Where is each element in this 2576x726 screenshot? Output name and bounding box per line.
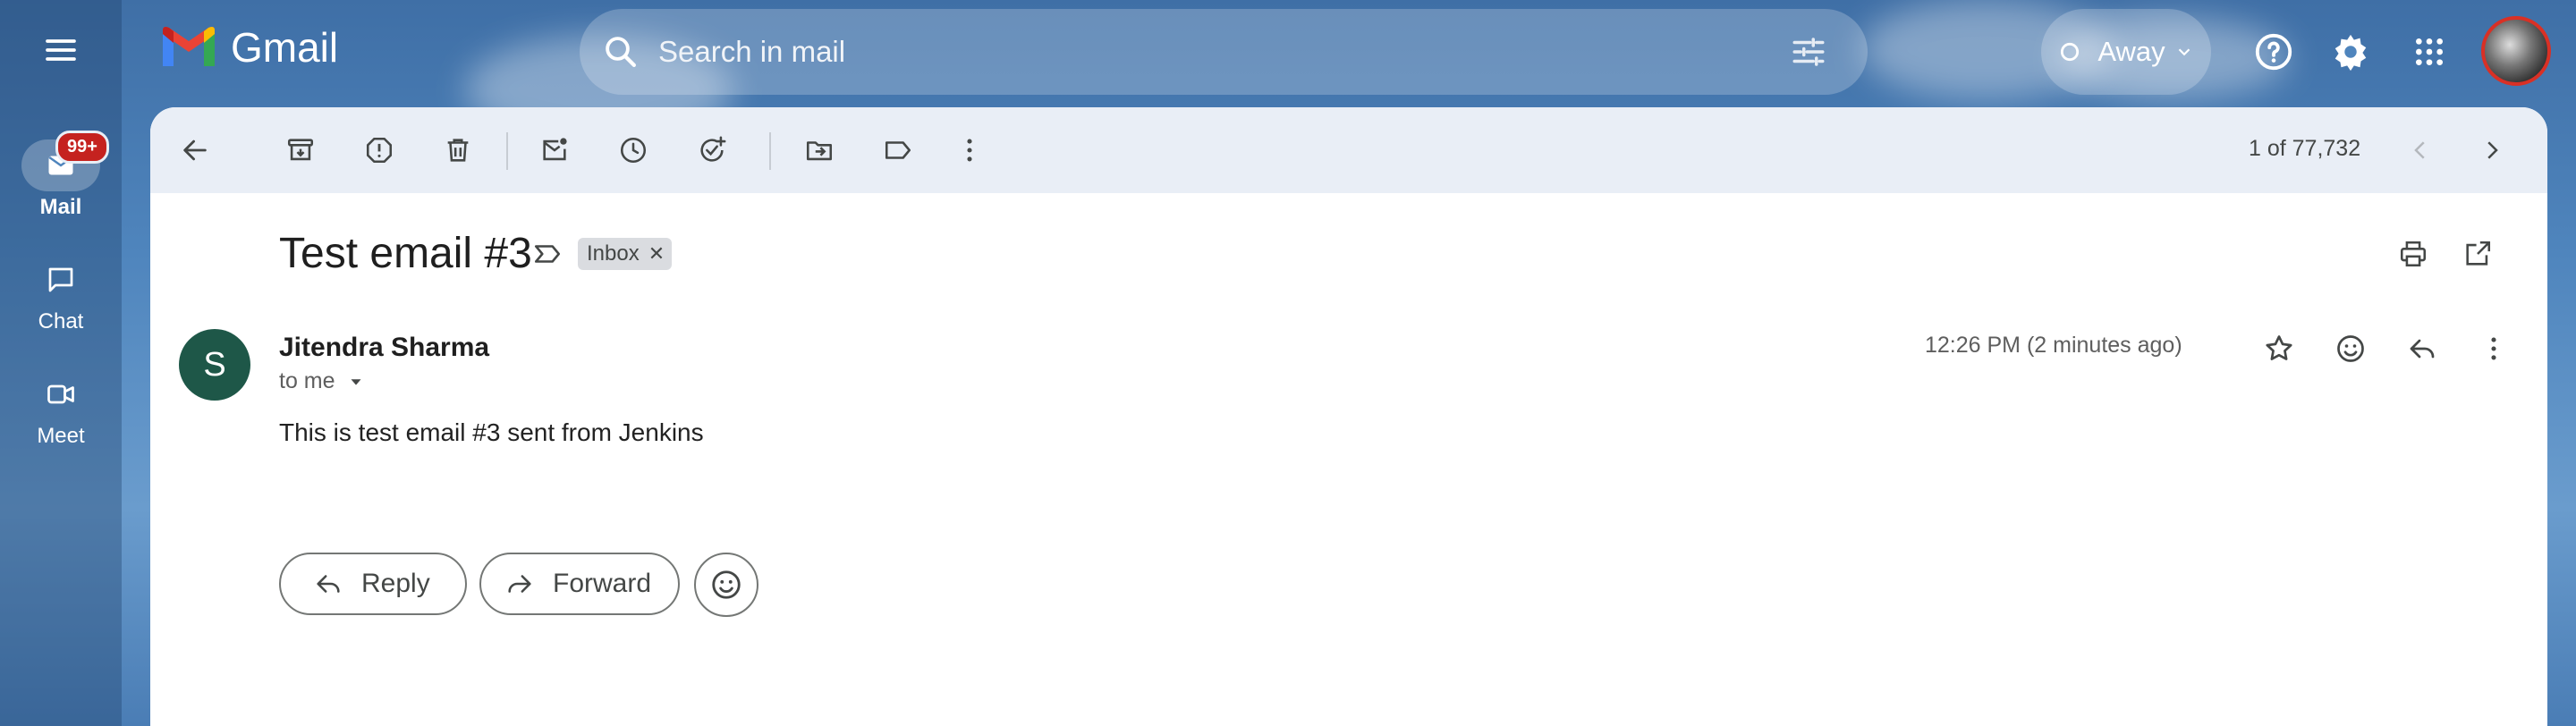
search-icon	[606, 37, 636, 67]
search-bar[interactable]	[580, 9, 1868, 95]
label-chip-text: Inbox	[587, 241, 640, 266]
archive-button[interactable]	[277, 127, 324, 173]
apps-grid-icon	[2416, 38, 2443, 65]
message-more-button[interactable]	[2470, 325, 2517, 372]
reply-label: Reply	[361, 569, 430, 598]
nav-rail	[0, 0, 122, 726]
email-body: This is test email #3 sent from Jenkins	[279, 418, 704, 446]
account-avatar[interactable]	[2481, 16, 2551, 86]
video-icon	[47, 384, 74, 404]
star-button[interactable]	[2256, 325, 2302, 372]
help-icon	[2255, 33, 2292, 71]
report-icon	[366, 137, 393, 164]
snooze-button[interactable]	[610, 127, 657, 173]
chat-icon	[48, 267, 73, 292]
gmail-logo[interactable]: Gmail	[159, 23, 338, 72]
apps-button[interactable]	[2401, 23, 2458, 80]
chevron-right-icon	[2487, 141, 2498, 159]
report-spam-button[interactable]	[356, 127, 402, 173]
rail-label: Mail	[39, 195, 82, 219]
older-button[interactable]	[2469, 127, 2515, 173]
add-task-icon	[700, 136, 726, 162]
forward-icon	[508, 575, 531, 593]
move-to-button[interactable]	[796, 127, 843, 173]
recipient-text: to me	[279, 368, 335, 393]
forward-button[interactable]: Forward	[479, 553, 680, 615]
open-in-new-icon	[2466, 241, 2491, 266]
reply-icon	[317, 575, 340, 593]
rail-label: Chat	[38, 309, 84, 333]
emoji-reaction-button[interactable]	[694, 553, 758, 617]
support-button[interactable]	[2245, 23, 2302, 80]
recipient-line: to me	[279, 368, 366, 394]
mark-unread-button[interactable]	[531, 127, 578, 173]
remove-label-icon[interactable]: ✕	[648, 242, 665, 266]
status-label: Away	[2097, 36, 2165, 67]
search-input[interactable]	[657, 34, 1733, 70]
message-panel: 1 of 77,732 Test email #3 Inbox ✕ S Jite…	[150, 107, 2547, 726]
gmail-m-icon	[163, 27, 215, 66]
rail-pill	[21, 368, 100, 420]
rail-label: Meet	[37, 424, 85, 448]
reply-button[interactable]: Reply	[279, 553, 467, 615]
mark-unread-icon	[543, 138, 567, 161]
hamburger-icon	[46, 39, 76, 61]
status-circle-icon	[2061, 42, 2080, 62]
rail-item-meet[interactable]: Meet	[0, 368, 122, 449]
chevron-down-icon	[2178, 48, 2190, 56]
importance-icon	[534, 245, 561, 263]
delete-button[interactable]	[435, 127, 481, 173]
status-dropdown[interactable]: Away	[2041, 9, 2211, 95]
unread-badge: 99+	[55, 131, 109, 164]
back-button[interactable]	[172, 127, 218, 173]
forward-label: Forward	[553, 569, 652, 598]
more-vert-icon	[967, 139, 972, 162]
print-icon	[2400, 241, 2427, 267]
rail-pill	[21, 254, 100, 306]
reply-icon	[2410, 339, 2435, 359]
search-button[interactable]	[599, 30, 642, 73]
sender-avatar[interactable]: S	[179, 329, 250, 401]
inbox-label-chip: Inbox ✕	[578, 238, 673, 270]
more-vert-icon	[2491, 337, 2496, 360]
reply-icon-button[interactable]	[2399, 325, 2445, 372]
emoji-icon	[2337, 335, 2364, 362]
search-options-button[interactable]	[1787, 30, 1830, 73]
arrow-back-icon	[183, 139, 207, 161]
clock-icon	[620, 137, 647, 164]
more-options-button[interactable]	[946, 127, 993, 173]
add-reaction-button[interactable]	[2327, 325, 2374, 372]
add-to-tasks-button[interactable]	[689, 127, 735, 173]
email-subject: Test email #3	[279, 230, 532, 277]
tune-icon	[1792, 38, 1825, 66]
emoji-icon	[712, 570, 741, 599]
toolbar-divider	[506, 132, 508, 170]
label-icon	[885, 141, 911, 159]
star-icon	[2266, 335, 2292, 360]
caret-down-icon	[351, 378, 361, 385]
chevron-left-icon	[2414, 141, 2425, 159]
main-menu-button[interactable]	[30, 20, 91, 80]
rail-item-chat[interactable]: Chat	[0, 254, 122, 334]
app-name: Gmail	[231, 24, 339, 71]
toolbar-divider	[769, 132, 771, 170]
open-in-new-window-button[interactable]	[2454, 231, 2501, 277]
importance-marker-button[interactable]	[528, 234, 567, 274]
trash-icon	[447, 139, 469, 162]
show-details-button[interactable]	[346, 372, 366, 392]
sender-name[interactable]: Jitendra Sharma	[279, 333, 489, 363]
move-to-folder-icon	[806, 141, 833, 161]
message-count: 1 of 77,732	[2249, 136, 2361, 161]
gear-icon	[2334, 34, 2367, 72]
message-toolbar: 1 of 77,732	[150, 107, 2547, 193]
labels-button[interactable]	[875, 127, 921, 173]
print-button[interactable]	[2390, 231, 2436, 277]
email-timestamp: 12:26 PM (2 minutes ago)	[1925, 333, 2182, 358]
settings-button[interactable]	[2322, 23, 2379, 80]
newer-button[interactable]	[2397, 127, 2444, 173]
archive-icon	[287, 139, 314, 161]
